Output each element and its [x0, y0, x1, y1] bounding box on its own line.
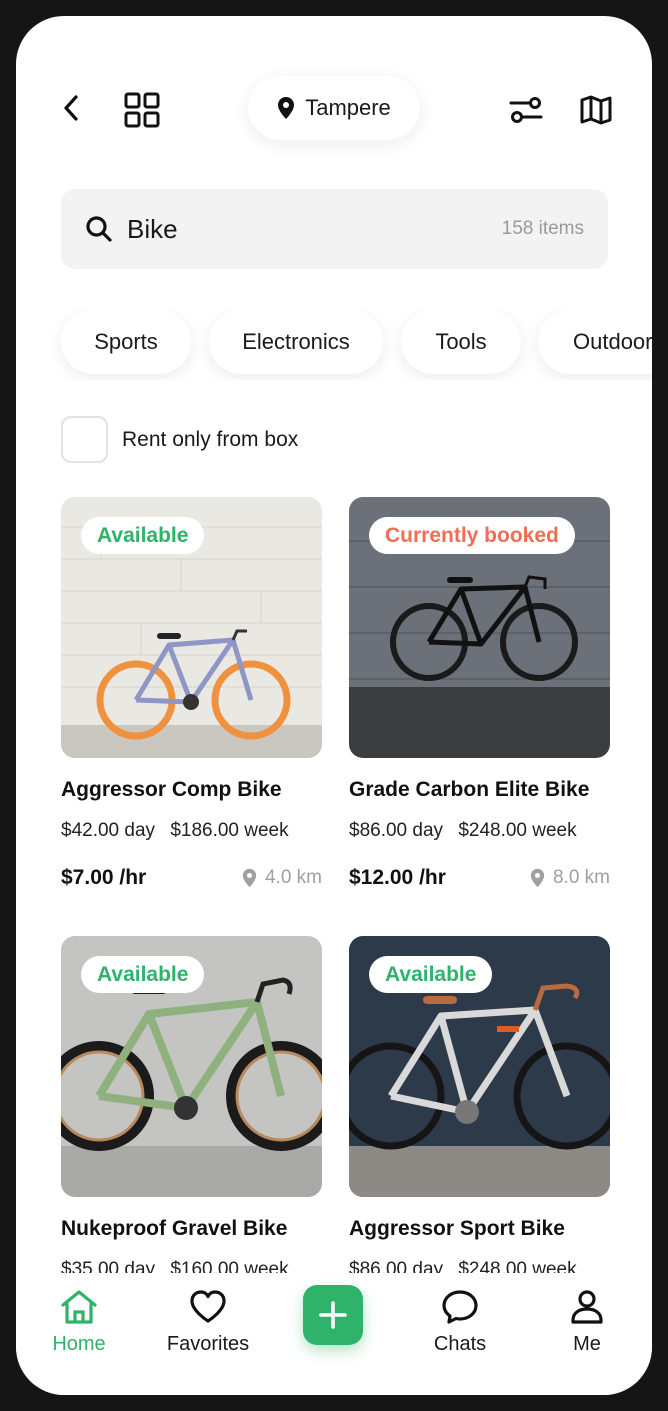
product-title: Nukeproof Gravel Bike [61, 1217, 288, 1240]
nav-me[interactable]: Me [561, 1289, 613, 1356]
product-image: Currently booked [349, 497, 610, 758]
nav-me-label: Me [573, 1333, 601, 1355]
status-badge: Available [81, 517, 205, 554]
price-per-day: $42.00 day [61, 820, 156, 841]
rent-only-from-box-filter[interactable]: Rent only from box [61, 416, 298, 463]
chat-icon [442, 1290, 478, 1324]
location-pin-icon [530, 868, 545, 888]
product-prices: $42.00 day $186.00 week [61, 820, 322, 842]
product-distance: 4.0 km [242, 867, 322, 889]
price-per-week: $186.00 week [170, 820, 289, 841]
product-footer: $12.00 /hr 8.0 km [349, 866, 610, 890]
price-per-hour: $12.00 /hr [349, 866, 446, 889]
category-chip-electronics[interactable]: Electronics [209, 310, 383, 374]
product-card[interactable]: Currently booked Grade Carbon Elite Bike… [349, 497, 610, 890]
filter-icon [509, 97, 543, 123]
product-prices: $86.00 day $248.00 week [349, 820, 610, 842]
category-chip-tools[interactable]: Tools [401, 310, 521, 374]
phone-screen: Tampere 158 items Sports Electronics Too… [16, 16, 652, 1395]
bottom-navigation: Home Favorites Chats Me [16, 1273, 652, 1395]
location-label: Tampere [305, 95, 391, 120]
map-icon [580, 95, 612, 125]
location-selector[interactable]: Tampere [248, 76, 420, 140]
heart-icon [190, 1290, 226, 1323]
product-image: Available [61, 497, 322, 758]
status-badge: Available [369, 956, 493, 993]
status-badge: Available [81, 956, 205, 993]
price-per-day: $86.00 day [349, 820, 444, 841]
rent-only-from-box-checkbox[interactable] [61, 416, 108, 463]
product-footer: $7.00 /hr 4.0 km [61, 866, 322, 890]
product-card[interactable]: Available Aggressor Comp Bike $42.00 day… [61, 497, 322, 890]
nav-favorites[interactable]: Favorites [164, 1289, 252, 1356]
add-listing-button[interactable] [303, 1285, 363, 1345]
product-title: Aggressor Comp Bike [61, 778, 282, 801]
product-card[interactable]: Available Nukeproof Gravel Bike $35.00 d… [61, 936, 322, 1281]
category-chip-outdoor[interactable]: Outdoor [538, 310, 652, 374]
product-title: Grade Carbon Elite Bike [349, 778, 590, 801]
home-icon [61, 1290, 97, 1324]
nav-favorites-label: Favorites [166, 1333, 250, 1355]
nav-chats[interactable]: Chats [430, 1289, 490, 1356]
product-image: Available [61, 936, 322, 1197]
grid-icon [124, 92, 160, 128]
nav-home-label: Home [52, 1333, 106, 1355]
nav-chats-label: Chats [433, 1333, 487, 1355]
search-result-count: 158 items [501, 218, 584, 239]
product-title: Aggressor Sport Bike [349, 1217, 565, 1240]
price-per-hour: $7.00 /hr [61, 866, 147, 889]
distance-label: 8.0 km [552, 867, 610, 888]
location-pin-icon [278, 97, 295, 119]
location-pin-icon [242, 868, 257, 888]
plus-icon [319, 1301, 347, 1329]
chevron-left-icon [64, 95, 78, 121]
nav-home[interactable]: Home [49, 1289, 109, 1356]
search-input[interactable] [127, 213, 502, 245]
filter-button[interactable] [506, 92, 546, 128]
category-chips: Sports Electronics Tools Outdoor [16, 310, 652, 380]
search-bar[interactable]: 158 items [61, 189, 608, 269]
back-button[interactable] [56, 92, 88, 124]
category-chip-sports[interactable]: Sports [61, 310, 191, 374]
user-icon [571, 1290, 603, 1324]
product-card[interactable]: Available Aggressor Sport Bike $86.00 da… [349, 936, 610, 1281]
grid-view-button[interactable] [122, 90, 162, 130]
distance-label: 4.0 km [264, 867, 322, 888]
map-button[interactable] [576, 92, 616, 128]
search-icon [86, 216, 112, 242]
price-per-week: $248.00 week [458, 820, 577, 841]
rent-only-from-box-label: Rent only from box [122, 427, 299, 451]
status-badge: Currently booked [369, 517, 575, 554]
product-distance: 8.0 km [530, 867, 610, 889]
product-image: Available [349, 936, 610, 1197]
